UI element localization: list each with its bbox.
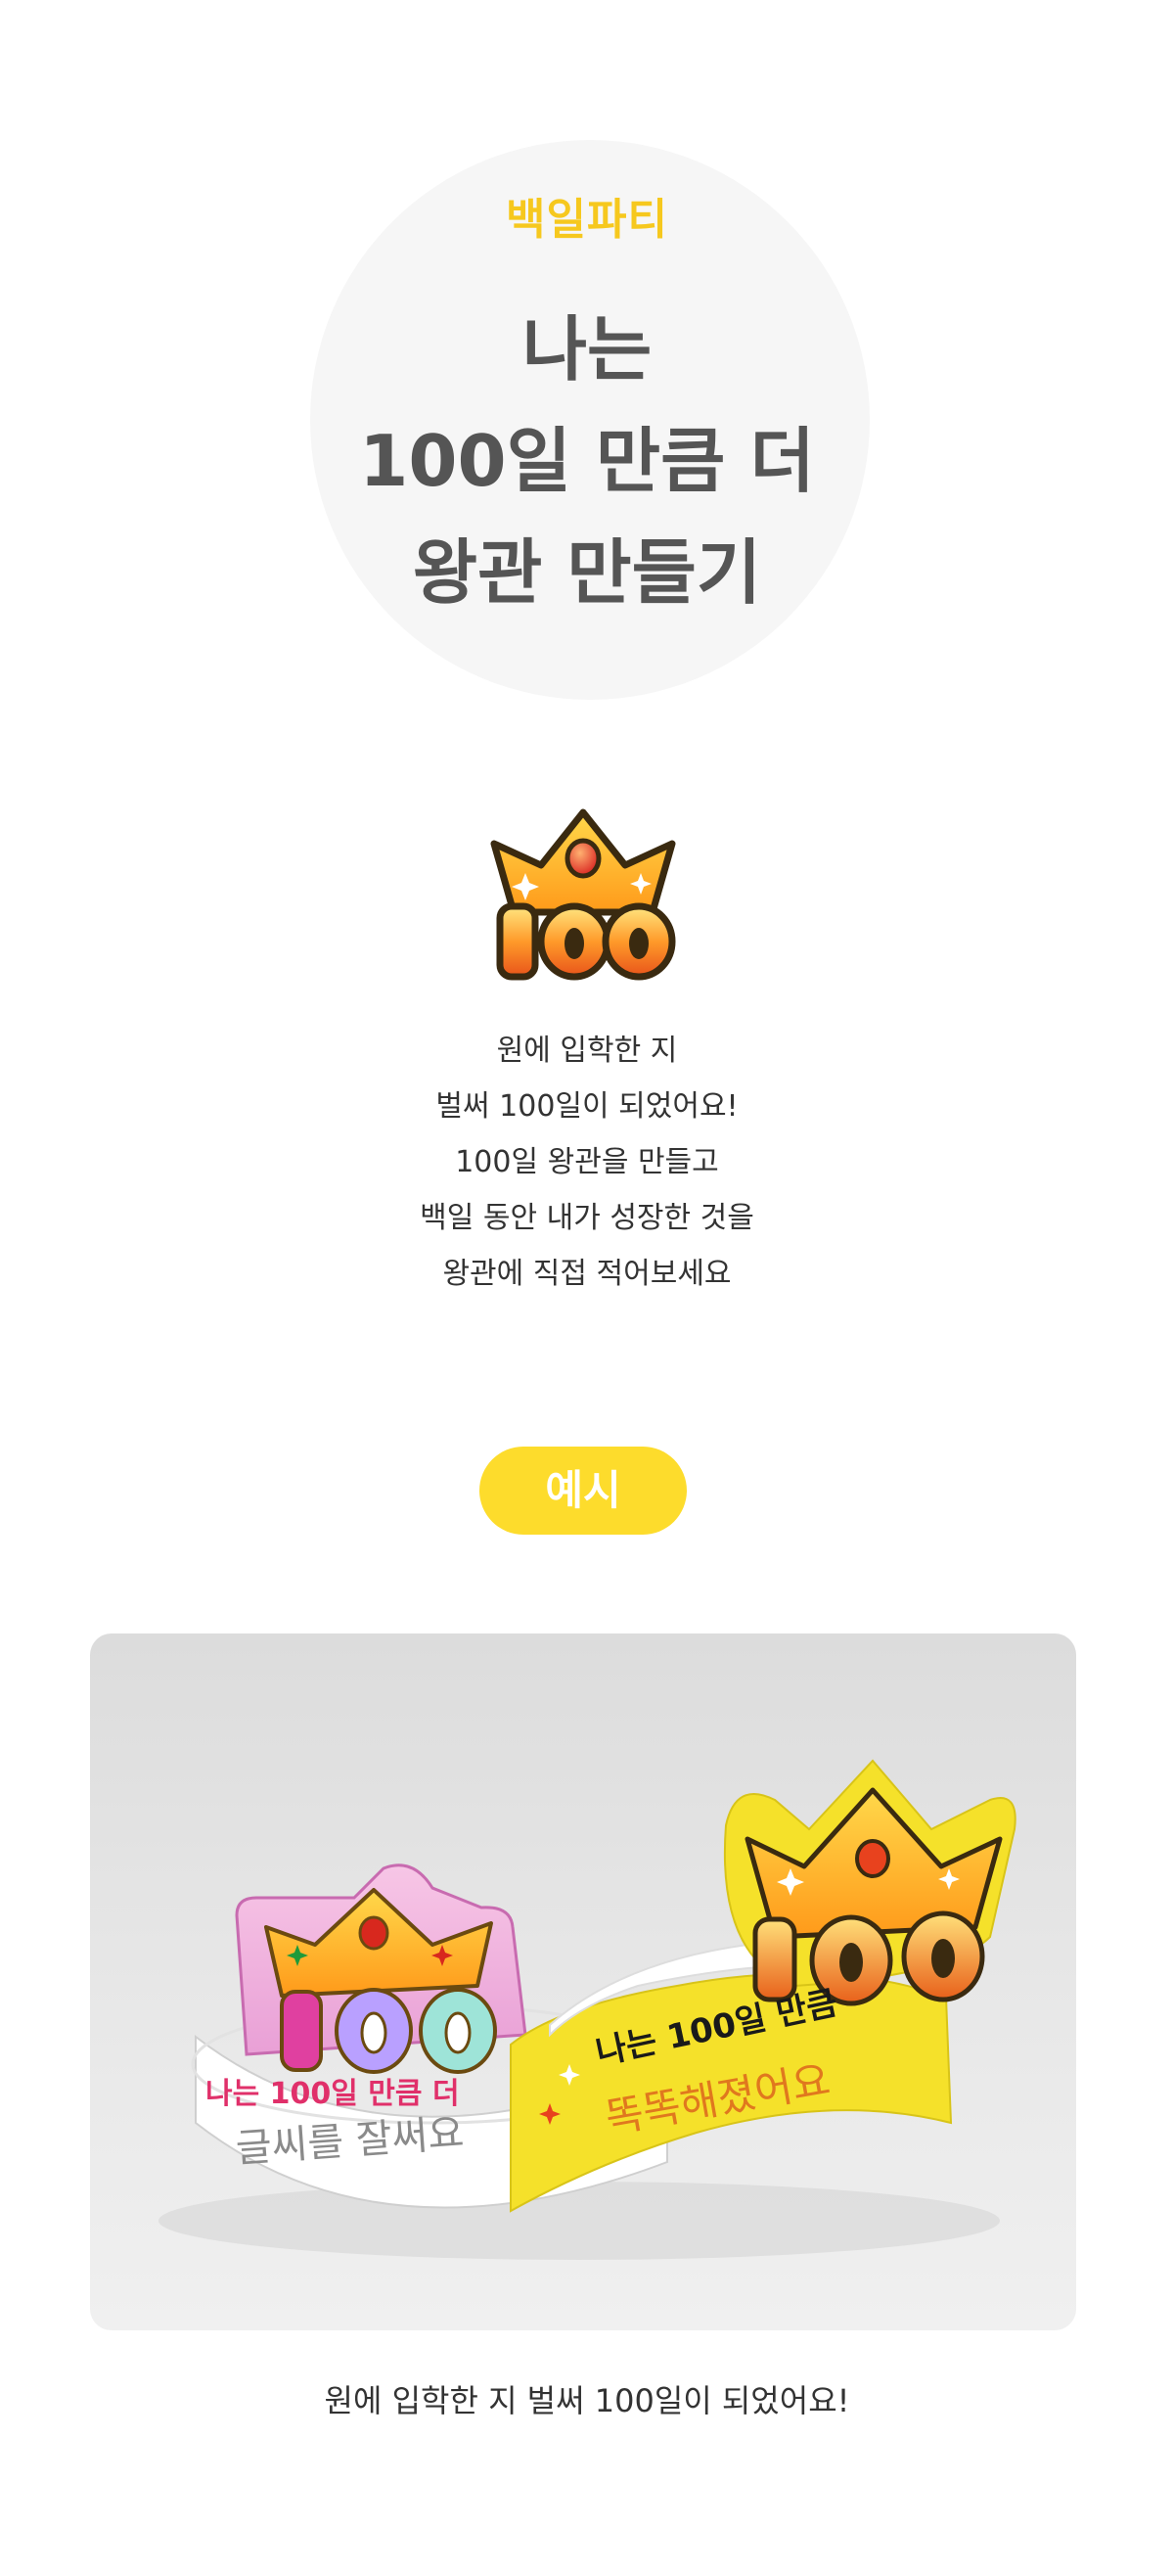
title-line-1: 나는 [521, 308, 653, 391]
crown-100-icon [486, 805, 680, 983]
intro-line: 백일 동안 내가 성장한 것을 [420, 1201, 754, 1235]
hero-eyebrow: 백일파티 [506, 195, 668, 245]
intro-line: 벌써 100일이 되었어요! [435, 1089, 739, 1124]
title-line-3: 왕관 만들기 [412, 531, 762, 614]
intro-text: 원에 입학한 지 벌써 100일이 되었어요! 100일 왕관을 만들고 백일 … [0, 1023, 1174, 1302]
intro-line: 원에 입학한 지 [496, 1034, 678, 1068]
left-crown-printed: 나는 100일 만큼 더 [205, 2077, 460, 2111]
example-badge: 예시 [479, 1447, 687, 1535]
intro-line: 왕관에 직접 적어보세요 [442, 1257, 732, 1291]
title-line-2: 100일 만큼 더 [359, 420, 815, 502]
page-title: 나는 100일 만큼 더 왕관 만들기 [0, 294, 1174, 628]
example-photo: 나는 100일 만큼 더 글씨를 잘써요 나는 100일 만큼 똑똑해졌어요 [90, 1633, 1076, 2330]
intro-line: 100일 왕관을 만들고 [455, 1145, 719, 1179]
photo-caption: 원에 입학한 지 벌써 100일이 되었어요! [324, 2382, 850, 2419]
